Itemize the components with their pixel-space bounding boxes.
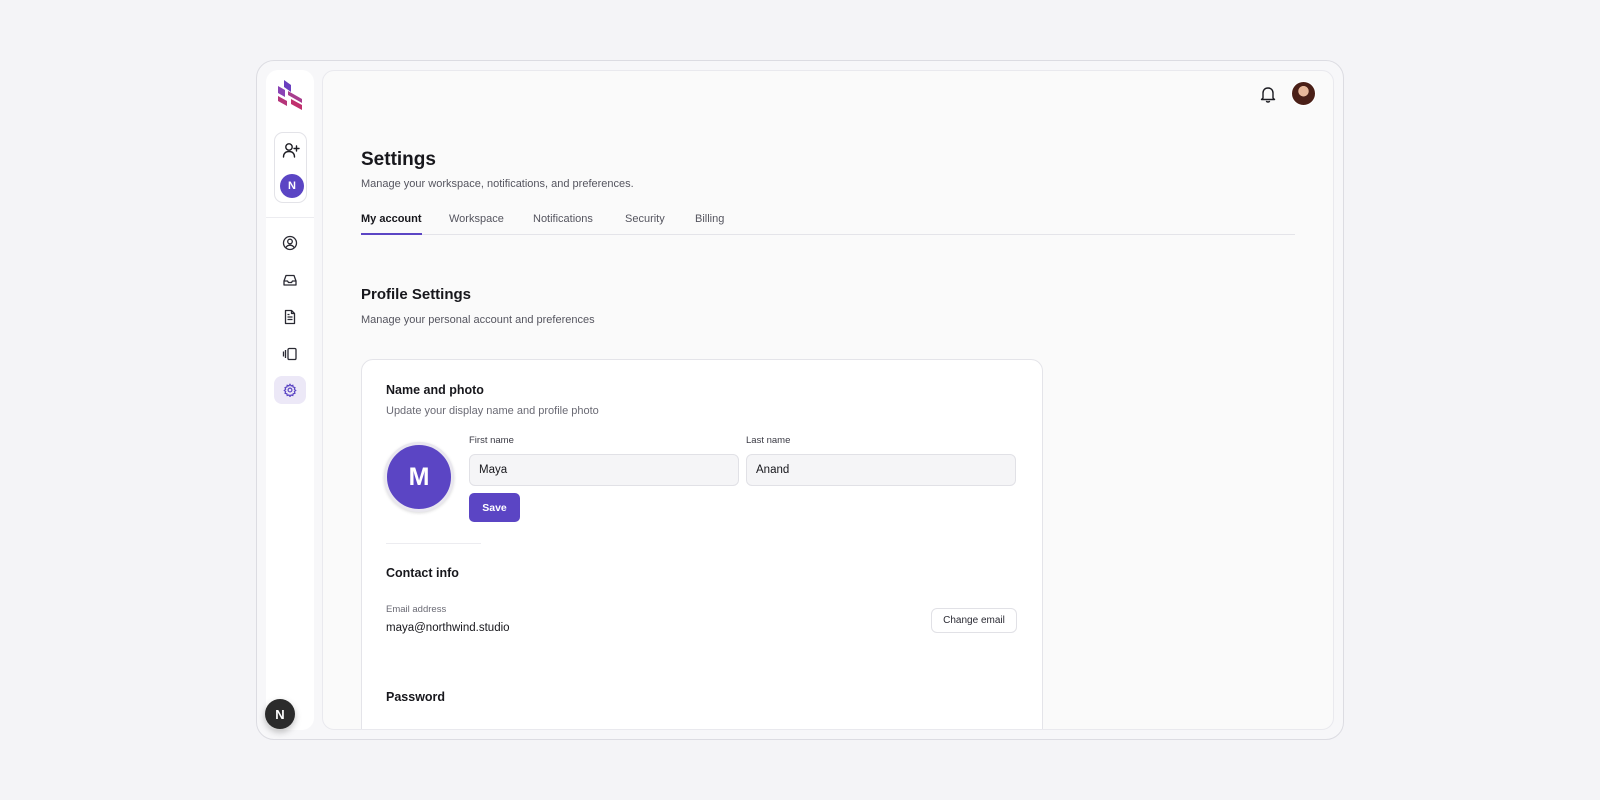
tab-billing[interactable]: Billing [695, 213, 724, 235]
workspace-avatar[interactable]: N [280, 174, 304, 198]
first-name-label: First name [469, 435, 514, 446]
password-title: Password [386, 690, 446, 704]
settings-tabs: My account Workspace Notifications Secur… [361, 209, 1295, 235]
card-divider [386, 543, 481, 544]
user-circle-icon [282, 235, 298, 251]
card-subtitle: Update your display name and profile pho… [386, 405, 599, 417]
sidebar-divider [266, 217, 314, 218]
sidebar-item-profile[interactable] [274, 229, 306, 257]
user-avatar[interactable] [1291, 81, 1316, 106]
sidebar: N N [265, 70, 314, 730]
page-subtitle: Manage your workspace, notifications, an… [361, 178, 634, 190]
email-value: maya@northwind.studio [386, 622, 510, 634]
change-email-button[interactable]: Change email [931, 608, 1017, 633]
profile-card: Name and photo Update your display name … [361, 359, 1043, 729]
section-subtitle: Manage your personal account and prefere… [361, 314, 595, 326]
document-icon [284, 309, 296, 325]
save-button[interactable]: Save [469, 493, 520, 522]
main-panel: Settings Manage your workspace, notifica… [322, 70, 1334, 730]
bell-icon[interactable] [1259, 85, 1277, 103]
inbox-icon [283, 274, 297, 286]
section-title: Profile Settings [361, 286, 472, 303]
gear-icon [283, 383, 297, 397]
sidebar-item-documents[interactable] [274, 303, 306, 331]
last-name-field[interactable] [746, 454, 1016, 486]
profile-avatar[interactable]: M [384, 442, 454, 512]
app-logo[interactable] [278, 80, 302, 110]
last-name-label: Last name [746, 435, 791, 446]
email-label: Email address [386, 604, 447, 615]
first-name-field[interactable] [469, 454, 739, 486]
contact-title: Contact info [386, 566, 459, 580]
page-title: Settings [361, 149, 436, 170]
gallery-icon [282, 347, 297, 361]
card-title: Name and photo [386, 383, 484, 397]
next-badge[interactable]: N [265, 699, 295, 729]
tab-notifications[interactable]: Notifications [533, 213, 593, 235]
team-switcher: N [274, 132, 307, 203]
tab-security[interactable]: Security [625, 213, 665, 235]
tab-workspace[interactable]: Workspace [449, 213, 504, 235]
add-user-icon[interactable] [275, 136, 306, 164]
sidebar-item-gallery[interactable] [274, 340, 306, 368]
tab-my-account[interactable]: My account [361, 213, 422, 235]
sidebar-item-inbox[interactable] [274, 266, 306, 294]
sidebar-item-settings[interactable] [274, 376, 306, 404]
